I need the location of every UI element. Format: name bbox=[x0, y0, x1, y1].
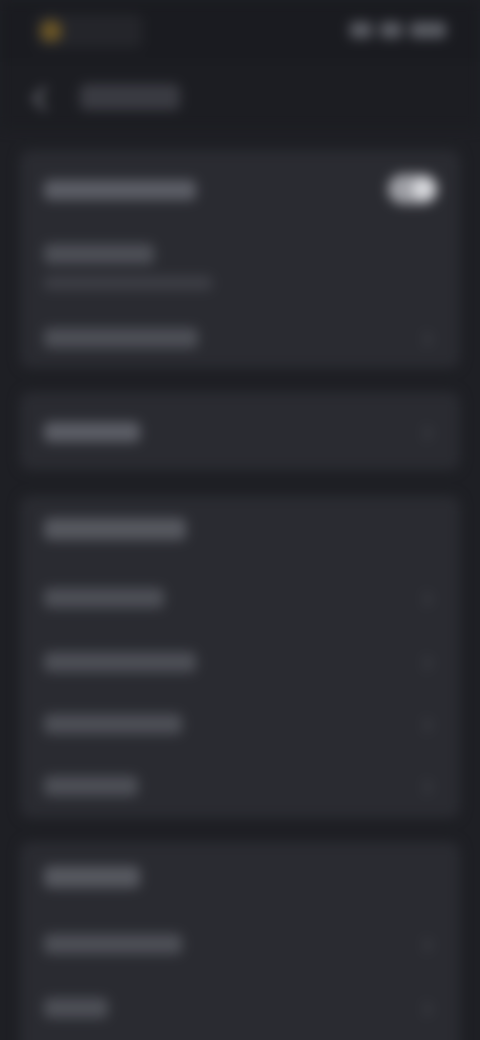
row-sublabel bbox=[44, 276, 212, 290]
settings-card-4 bbox=[20, 842, 460, 1040]
row-label bbox=[44, 328, 198, 348]
chevron-right-icon bbox=[417, 425, 433, 441]
row-label bbox=[44, 422, 140, 442]
chevron-right-icon bbox=[417, 655, 433, 671]
page-title bbox=[80, 84, 180, 110]
status-icons bbox=[350, 22, 446, 38]
settings-row-link[interactable] bbox=[20, 914, 460, 976]
row-label bbox=[44, 588, 164, 608]
settings-screen bbox=[0, 0, 480, 1040]
settings-row-link[interactable] bbox=[20, 694, 460, 756]
settings-card-1 bbox=[20, 150, 460, 368]
battery-icon bbox=[410, 22, 446, 38]
blurred-content bbox=[0, 0, 480, 1040]
row-label bbox=[44, 714, 182, 734]
toggle-knob bbox=[412, 178, 434, 200]
chevron-left-icon[interactable] bbox=[32, 86, 57, 111]
section-header bbox=[44, 866, 140, 888]
settings-card-3 bbox=[20, 496, 460, 818]
settings-row-link[interactable] bbox=[20, 756, 460, 818]
settings-row-toggle[interactable] bbox=[20, 158, 460, 220]
settings-row-link[interactable] bbox=[20, 632, 460, 694]
chevron-right-icon bbox=[417, 1001, 433, 1017]
row-label bbox=[44, 652, 196, 672]
chevron-right-icon bbox=[417, 717, 433, 733]
row-label bbox=[44, 998, 108, 1018]
toggle-switch[interactable] bbox=[388, 174, 438, 204]
row-label bbox=[44, 244, 154, 264]
chevron-right-icon bbox=[417, 937, 433, 953]
status-bar bbox=[0, 0, 480, 62]
settings-row-link[interactable] bbox=[20, 978, 460, 1040]
row-label bbox=[44, 180, 196, 200]
chevron-right-icon bbox=[417, 591, 433, 607]
app-logo-icon bbox=[40, 20, 62, 42]
section-header bbox=[44, 518, 186, 540]
settings-row-info bbox=[20, 234, 460, 304]
signal-icon bbox=[350, 22, 372, 38]
row-label bbox=[44, 934, 182, 954]
settings-card-2 bbox=[20, 392, 460, 470]
chevron-right-icon bbox=[417, 779, 433, 795]
settings-row-link[interactable] bbox=[20, 308, 460, 370]
page-header bbox=[0, 62, 480, 128]
settings-row-link[interactable] bbox=[20, 568, 460, 630]
chevron-right-icon bbox=[417, 331, 433, 347]
settings-row-link[interactable] bbox=[20, 400, 460, 462]
row-label bbox=[44, 776, 138, 796]
wifi-icon bbox=[380, 22, 402, 38]
